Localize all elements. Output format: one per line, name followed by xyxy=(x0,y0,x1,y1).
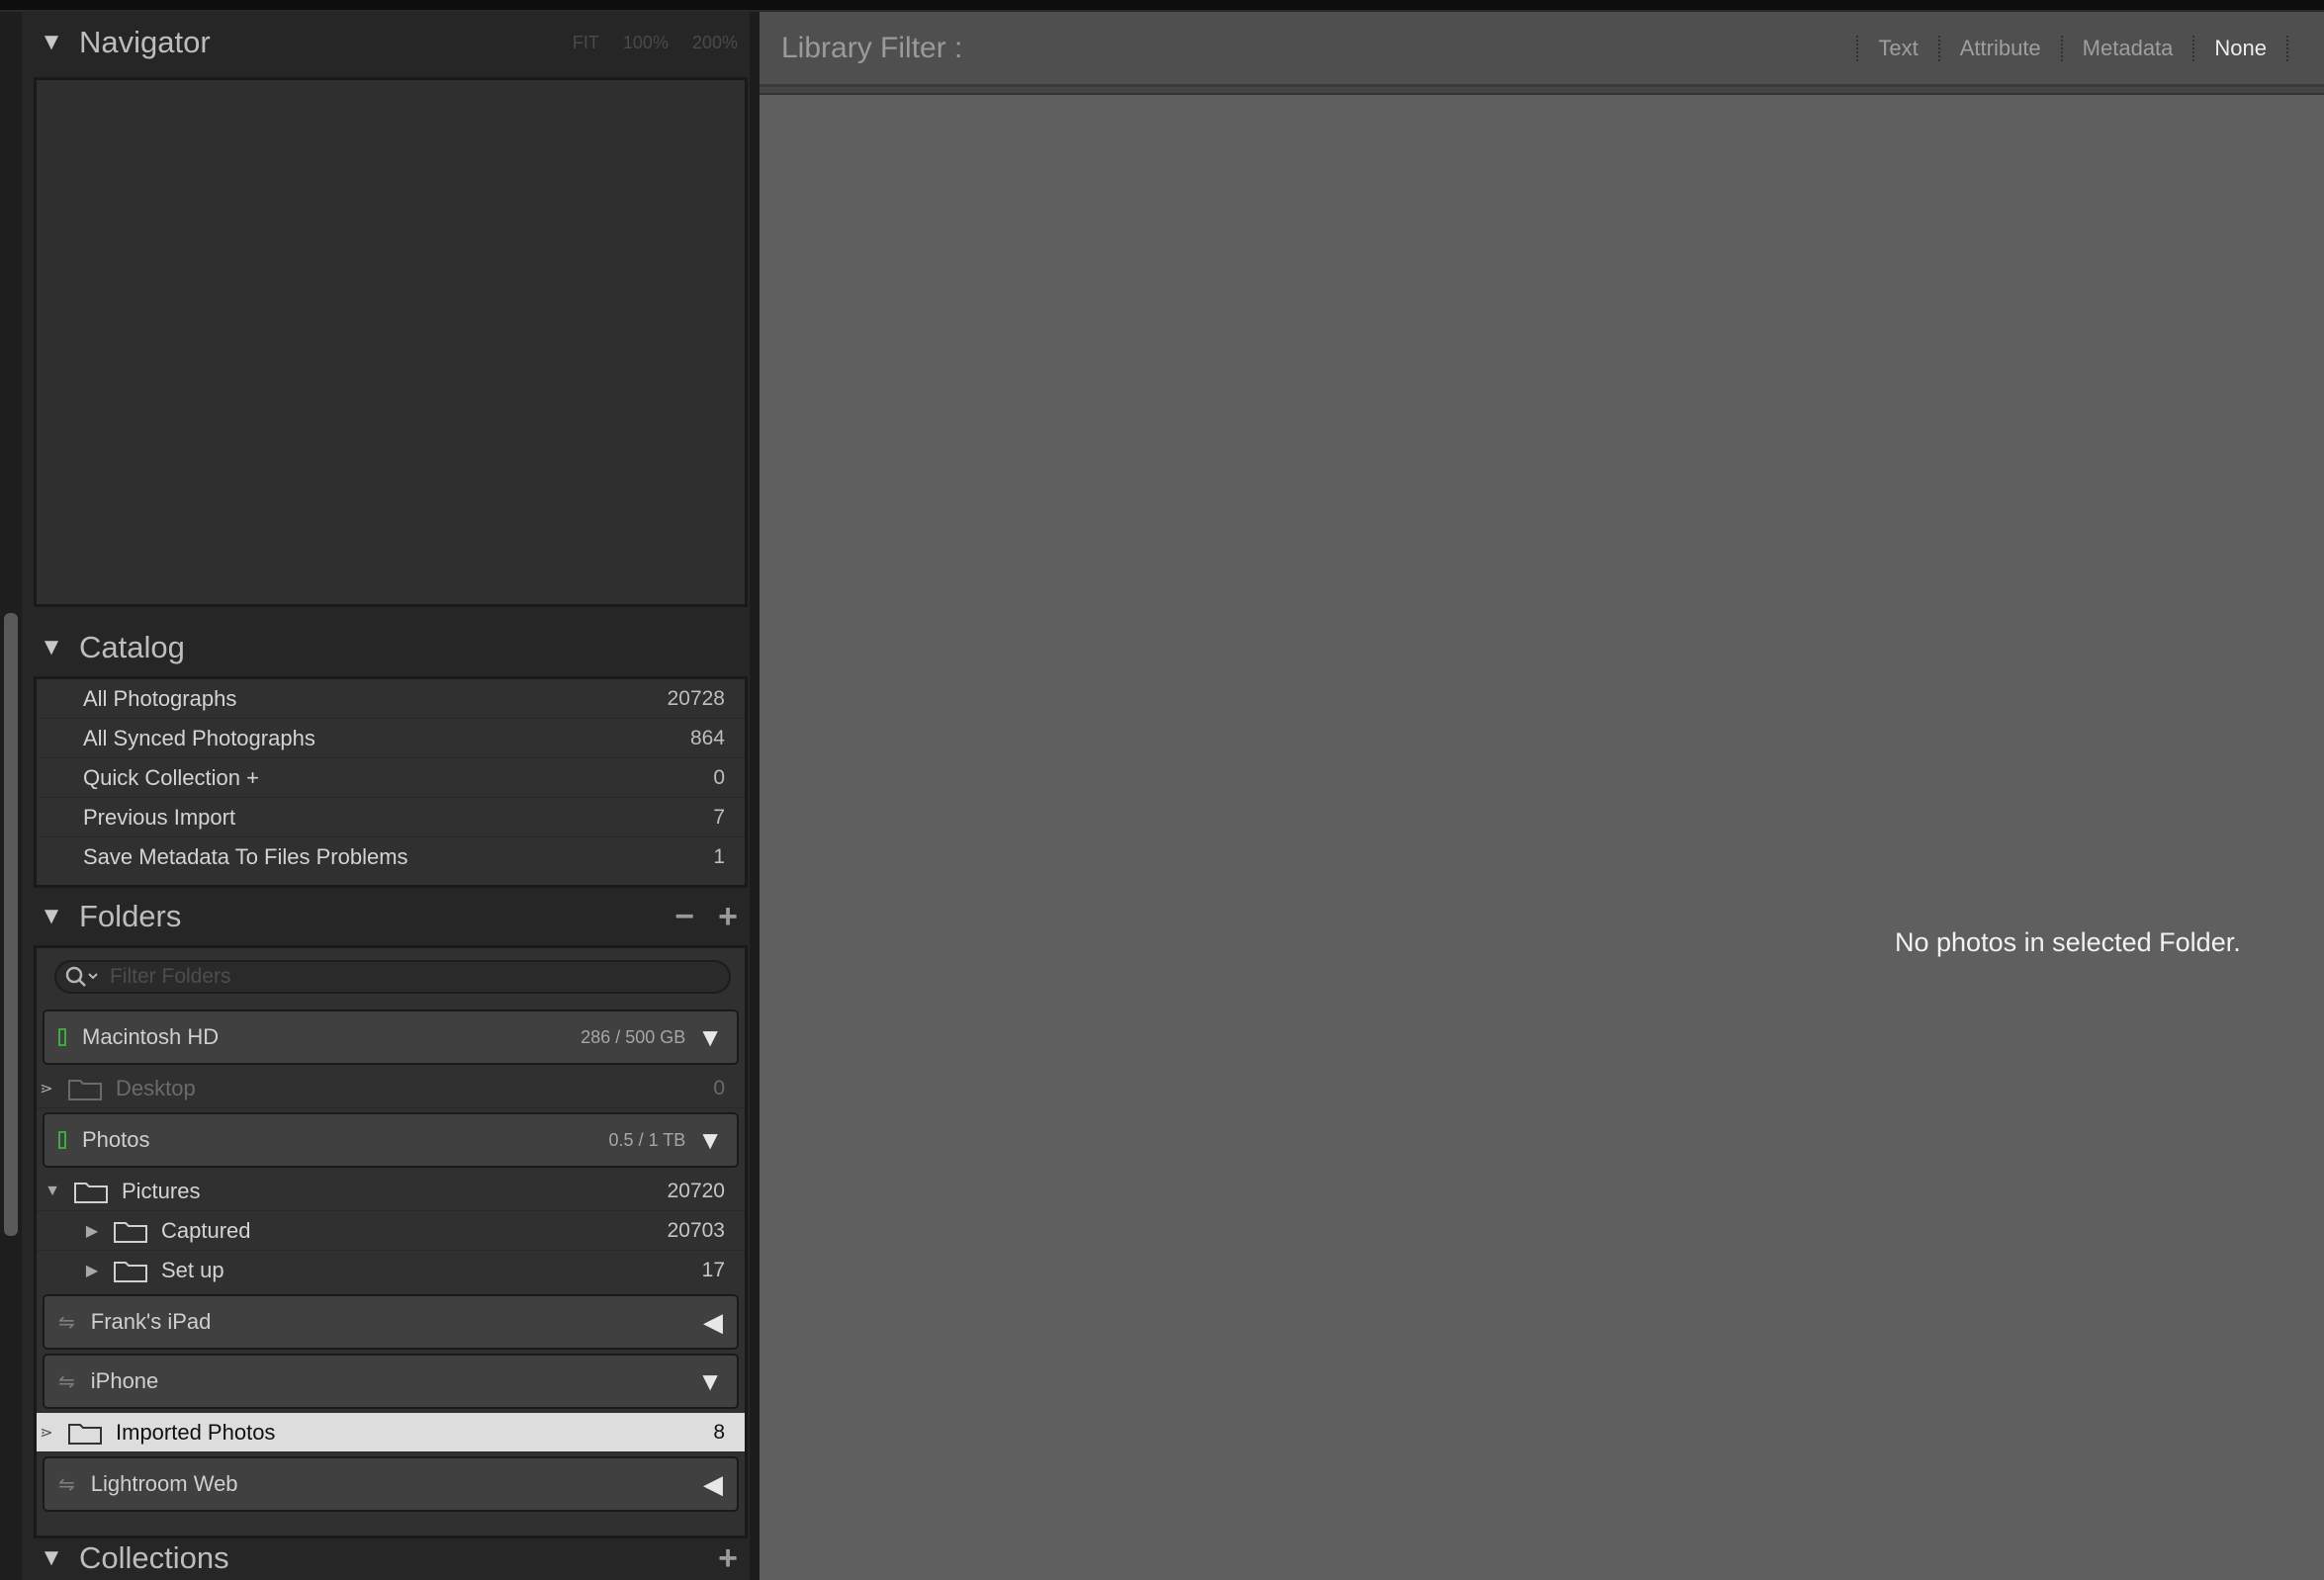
navigator-title: Navigator xyxy=(79,25,211,59)
collections-header-actions: + xyxy=(718,1541,748,1575)
panel-divider[interactable] xyxy=(750,12,760,1580)
catalog-item-all-synced-photographs[interactable]: All Synced Photographs 864 xyxy=(37,719,745,758)
expand-triangle-icon[interactable]: ▼ xyxy=(697,1125,723,1156)
left-edge xyxy=(0,12,22,1580)
collections-header[interactable]: ▼ Collections + xyxy=(34,1536,748,1580)
expand-triangle-icon[interactable]: ▶ xyxy=(82,1261,102,1280)
folder-row-desktop[interactable]: ⋗ Desktop 0 xyxy=(37,1069,745,1108)
navigator-zoom-options: FIT 100% 200% xyxy=(573,33,748,53)
expand-triangle-icon[interactable]: ▼ xyxy=(697,1022,723,1053)
zoom-fit[interactable]: FIT xyxy=(573,33,599,53)
folders-title: Folders xyxy=(79,899,182,933)
folder-icon xyxy=(114,1219,147,1243)
library-filter-options: Text Attribute Metadata None xyxy=(1856,35,2288,61)
folder-row-captured[interactable]: ▶ Captured 20703 xyxy=(37,1211,745,1251)
folders-header[interactable]: ▼ Folders − + xyxy=(34,886,748,947)
expand-left-triangle-icon[interactable]: ◀ xyxy=(703,1307,723,1338)
library-filter-title: Library Filter : xyxy=(781,31,963,64)
catalog-title: Catalog xyxy=(79,630,185,664)
lightroom-library-window: ▼ Navigator FIT 100% 200% ▼ Catalog All … xyxy=(0,0,2324,1580)
catalog-item-previous-import[interactable]: Previous Import 7 xyxy=(37,798,745,837)
folder-filter-wrap xyxy=(37,948,745,1006)
catalog-item-all-photographs[interactable]: All Photographs 20728 xyxy=(37,679,745,719)
library-filter-bar: Library Filter : Text Attribute Metadata… xyxy=(760,12,2324,87)
filter-option-attribute[interactable]: Attribute xyxy=(1937,35,2061,61)
filter-option-text[interactable]: Text xyxy=(1856,35,1937,61)
folder-icon xyxy=(114,1259,147,1282)
filter-option-metadata[interactable]: Metadata xyxy=(2060,35,2193,61)
remove-folder-button[interactable]: − xyxy=(674,900,694,933)
collapse-triangle-icon[interactable]: ▼ xyxy=(43,1183,62,1200)
left-panel-body: ▼ Navigator FIT 100% 200% ▼ Catalog All … xyxy=(34,12,748,1580)
collections-title: Collections xyxy=(79,1540,229,1575)
navigator-header[interactable]: ▼ Navigator FIT 100% 200% xyxy=(34,12,748,73)
expand-triangle-icon[interactable]: ▼ xyxy=(697,1366,723,1397)
zoom-200[interactable]: 200% xyxy=(692,33,738,53)
volume-lightroom-web[interactable]: ⇋ Lightroom Web ◀ xyxy=(43,1456,739,1512)
left-panel: ▼ Navigator FIT 100% 200% ▼ Catalog All … xyxy=(0,12,760,1580)
folders-list: Macintosh HD 286 / 500 GB ▼ ⋗ Desktop 0 … xyxy=(34,945,748,1538)
collapse-triangle-icon[interactable]: ▼ xyxy=(34,903,69,930)
main-grid-area: Library Filter : Text Attribute Metadata… xyxy=(760,12,2324,1580)
catalog-list: All Photographs 20728 All Synced Photogr… xyxy=(34,676,748,888)
catalog-item-save-metadata-problems[interactable]: Save Metadata To Files Problems 1 xyxy=(37,837,745,877)
volume-status-indicator xyxy=(58,1028,66,1046)
add-folder-button[interactable]: + xyxy=(718,900,738,933)
top-strip xyxy=(0,0,2324,12)
filter-option-none[interactable]: None xyxy=(2192,35,2288,61)
add-collection-button[interactable]: + xyxy=(718,1541,738,1575)
folder-filter-input[interactable] xyxy=(110,965,683,989)
volume-iphone[interactable]: ⇋ iPhone ▼ xyxy=(43,1354,739,1409)
filter-bar-separator xyxy=(760,87,2324,95)
volume-franks-ipad[interactable]: ⇋ Frank's iPad ◀ xyxy=(43,1294,739,1350)
volume-macintosh-hd[interactable]: Macintosh HD 286 / 500 GB ▼ xyxy=(43,1009,739,1065)
collapse-triangle-icon[interactable]: ▼ xyxy=(34,29,69,56)
folder-icon xyxy=(68,1077,102,1100)
sync-arrows-icon: ⇋ xyxy=(58,1370,75,1393)
folder-row-pictures[interactable]: ▼ Pictures 20720 xyxy=(37,1172,745,1211)
zoom-100[interactable]: 100% xyxy=(623,33,669,53)
left-panel-scrollbar[interactable] xyxy=(4,613,18,1236)
volume-status-indicator xyxy=(58,1131,66,1149)
folder-filter-field[interactable] xyxy=(54,960,731,994)
folder-row-set-up[interactable]: ▶ Set up 17 xyxy=(37,1251,745,1290)
sync-arrows-icon: ⇋ xyxy=(58,1473,75,1496)
folder-row-imported-photos[interactable]: ⋗ Imported Photos 8 xyxy=(37,1413,745,1452)
collapse-triangle-icon[interactable]: ▼ xyxy=(34,1544,69,1572)
expand-triangle-icon[interactable]: ▶ xyxy=(82,1221,102,1241)
search-icon xyxy=(65,966,98,987)
sync-arrows-icon: ⇋ xyxy=(58,1311,75,1334)
collapse-triangle-icon[interactable]: ▼ xyxy=(34,634,69,661)
empty-folder-message: No photos in selected Folder. xyxy=(1895,927,2241,957)
folder-icon xyxy=(74,1180,108,1203)
expand-left-triangle-icon[interactable]: ◀ xyxy=(703,1469,723,1500)
disclosure-dotted-icon[interactable]: ⋗ xyxy=(37,1423,56,1443)
catalog-item-quick-collection[interactable]: Quick Collection + 0 xyxy=(37,758,745,798)
folders-header-actions: − + xyxy=(674,900,748,933)
navigator-preview[interactable] xyxy=(34,77,748,607)
disclosure-dotted-icon[interactable]: ⋗ xyxy=(37,1079,56,1098)
folder-icon xyxy=(68,1421,102,1445)
volume-photos[interactable]: Photos 0.5 / 1 TB ▼ xyxy=(43,1112,739,1168)
catalog-header[interactable]: ▼ Catalog xyxy=(34,617,748,678)
